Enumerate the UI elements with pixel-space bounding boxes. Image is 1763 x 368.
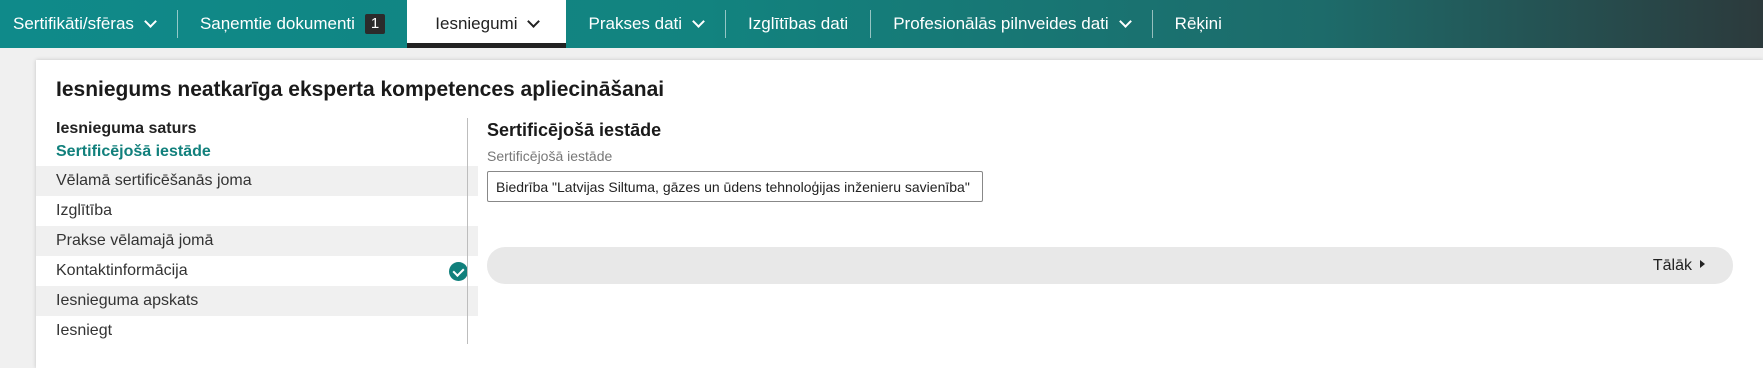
step-iesniegt[interactable]: Iesniegt [36,316,478,346]
chevron-down-icon [692,15,705,28]
nav-sanemtie-dokumenti[interactable]: Saņemtie dokumenti 1 [178,0,407,48]
step-izglitiba[interactable]: Izglītība [36,196,478,226]
step-kontaktinformacija[interactable]: Kontaktinformācija [36,256,478,286]
caret-right-icon [1700,260,1705,268]
nav-izglitibas-dati[interactable]: Izglītības dati [726,0,870,48]
step-label: Prakse vēlamajā jomā [56,232,214,249]
nav-prakses-dati[interactable]: Prakses dati [566,0,725,48]
step-iesnieguma-apskats[interactable]: Iesnieguma apskats [36,286,478,316]
nav-label: Sertifikāti/sfēras [13,14,134,33]
step-label: Kontaktinformācija [56,262,188,279]
steps-sidebar: Iesnieguma saturs Sertificējošā iestāde … [36,118,478,346]
chevron-down-icon [527,15,541,28]
nav-rekini[interactable]: Rēķini [1153,0,1244,48]
nav-label: Saņemtie dokumenti [199,14,355,33]
footer-bar: Tālāk [487,247,1733,284]
nav-label: Rēķini [1174,14,1222,33]
column-divider [467,118,468,344]
nav-label: Profesionālās pilnveides dati [893,14,1109,33]
nav-label: Iesniegumi [435,14,518,33]
next-label: Tālāk [1652,257,1692,274]
section-title: Sertificējošā iestāde [487,120,662,140]
nav-sertifikati-sferas[interactable]: Sertifikāti/sfēras [0,0,177,48]
step-label: Iesnieguma apskats [56,292,199,309]
field-label: Sertificējošā iestāde [487,148,613,164]
steps-heading: Iesnieguma saturs [56,120,197,137]
step-prakse[interactable]: Prakse vēlamajā jomā [36,226,478,256]
page-title: Iesniegums neatkarīga eksperta kompetenc… [56,78,665,101]
chevron-down-icon [144,15,157,28]
step-label: Izglītība [56,202,113,219]
next-button[interactable]: Tālāk [1653,247,1705,284]
chevron-down-icon [1118,15,1132,28]
nav-profesionalas-pilnveides-dati[interactable]: Profesionālās pilnveides dati [871,0,1151,48]
check-circle-icon [449,262,468,281]
nav-label: Prakses dati [588,14,683,33]
step-label: Iesniegt [56,322,113,339]
nav-iesniegumi[interactable]: Iesniegumi [407,0,567,48]
step-label: Vēlamā sertificēšanās joma [56,172,252,189]
application-card: Iesniegums neatkarīga eksperta kompetenc… [36,60,1763,368]
top-navigation: Sertifikāti/sfēras Saņemtie dokumenti 1 … [0,0,1763,48]
certifying-body-input[interactable] [487,171,983,202]
nav-label: Izglītības dati [748,14,849,33]
step-active-sertificejosa-iestade[interactable]: Sertificējošā iestāde [36,140,478,166]
step-velama-joma[interactable]: Vēlamā sertificēšanās joma [36,166,478,196]
count-badge: 1 [364,14,386,34]
